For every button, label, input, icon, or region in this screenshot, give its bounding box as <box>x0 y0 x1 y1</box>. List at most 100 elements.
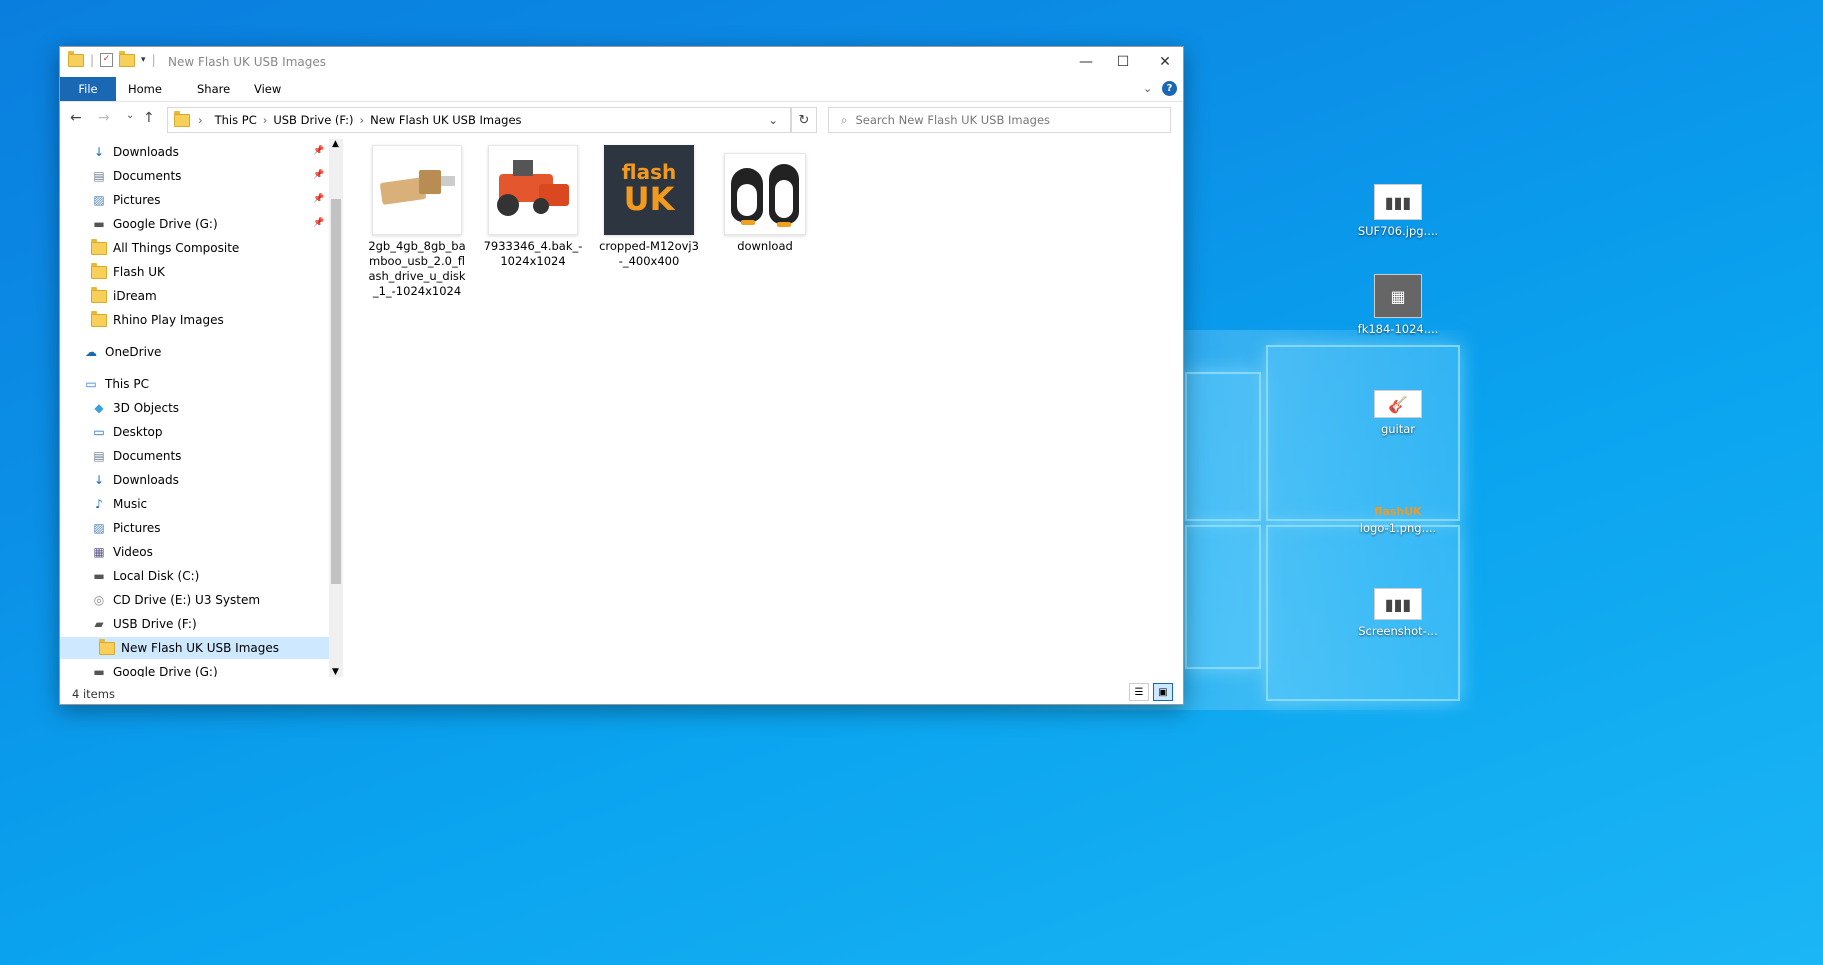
nav-item-label: All Things Composite <box>113 241 240 255</box>
file-name: cropped-M12ovj3-_400x400 <box>599 239 699 268</box>
close-button[interactable]: ✕ <box>1142 47 1188 77</box>
desktop-icon-label: Screenshot-... <box>1358 624 1438 638</box>
nav-item[interactable]: ♪ Music <box>91 493 147 515</box>
quick-access-toolbar: | ✓ ▾ | <box>68 50 156 67</box>
pin-icon[interactable]: 📌 <box>313 194 324 204</box>
file-list[interactable]: 2gb_4gb_8gb_bamboo_usb_2.0_flash_drive_u… <box>348 139 1183 677</box>
file-item[interactable]: 7933346_4.bak_-1024x1024 <box>483 145 583 269</box>
scrollbar-thumb[interactable] <box>331 199 341 584</box>
desktop-icon-guitar[interactable]: 🎸 guitar <box>1353 390 1443 436</box>
nav-item[interactable]: ↓ Downloads <box>91 469 179 491</box>
search-icon: ⌕ <box>841 112 848 127</box>
desktop-icon-label: SUF706.jpg.... <box>1357 224 1439 238</box>
new-folder-icon[interactable] <box>119 50 136 67</box>
recent-locations-button[interactable]: ⌄ <box>126 110 134 121</box>
nav-item[interactable]: ↓ Downloads <box>91 141 179 163</box>
scroll-down-icon[interactable]: ▼ <box>332 667 339 677</box>
large-icons-view-button[interactable]: ▣ <box>1153 683 1173 701</box>
customize-toolbar-icon[interactable]: ▾ <box>141 55 146 65</box>
nav-item[interactable]: ▨ Pictures <box>91 189 160 211</box>
nav-item[interactable]: ▨ Pictures <box>91 517 161 539</box>
pin-icon[interactable]: 📌 <box>313 170 324 180</box>
nav-item-label: Videos <box>113 545 153 559</box>
pin-icon[interactable]: 📌 <box>313 218 324 228</box>
file-explorer-window[interactable]: | ✓ ▾ | New Flash UK USB Images — ☐ ✕ Fi… <box>59 46 1184 705</box>
pc-icon: ▭ <box>85 377 97 391</box>
breadcrumb-separator: › <box>262 113 268 127</box>
expand-ribbon-icon[interactable]: ⌄ <box>1143 82 1152 95</box>
nav-item[interactable]: ▬ Local Disk (C:) <box>91 565 199 587</box>
refresh-button[interactable]: ↻ <box>791 107 817 133</box>
flash-uk-logo: flashUK <box>1374 505 1422 518</box>
breadcrumb-separator: › <box>198 113 203 127</box>
nav-item-label: CD Drive (E:) U3 System <box>113 593 261 607</box>
maximize-button[interactable]: ☐ <box>1100 47 1146 77</box>
nav-item-label: Downloads <box>113 145 179 159</box>
forward-button[interactable]: → <box>98 110 110 126</box>
file-name: 2gb_4gb_8gb_bamboo_usb_2.0_flash_drive_u… <box>368 239 466 298</box>
folder-icon <box>68 50 84 67</box>
address-dropdown-icon[interactable]: ⌄ <box>768 113 778 127</box>
scroll-up-icon[interactable]: ▲ <box>332 139 339 149</box>
nav-item[interactable]: ▬ Google Drive (G:) <box>91 213 217 235</box>
desktop-icon-screenshot[interactable]: ▮▮▮ Screenshot-... <box>1353 588 1443 638</box>
nav-item-label: Music <box>113 497 148 511</box>
search-box[interactable]: ⌕ Search New Flash UK USB Images <box>828 107 1171 133</box>
nav-item-label: This PC <box>105 377 149 391</box>
properties-icon[interactable]: ✓ <box>100 53 114 67</box>
nav-item[interactable]: ☁ OneDrive <box>83 341 161 363</box>
nav-item-label: New Flash UK USB Images <box>121 641 279 655</box>
penguin-usb-thumbnail <box>724 153 806 235</box>
nav-item[interactable]: All Things Composite <box>91 237 239 259</box>
file-name: download <box>737 239 793 253</box>
nav-scrollbar[interactable]: ▲ ▼ <box>329 139 343 677</box>
address-bar[interactable]: › This PC › USB Drive (F:) › New Flash U… <box>167 107 791 133</box>
nav-item-label: Pictures <box>113 521 161 535</box>
nav-item-label: Documents <box>113 169 182 183</box>
desktop-icon: ▭ <box>93 425 105 439</box>
nav-item[interactable]: ▤ Documents <box>91 165 181 187</box>
tab-view[interactable]: View <box>244 77 291 101</box>
breadcrumb-this-pc[interactable]: This PC <box>215 113 257 127</box>
desktop-icon-logo[interactable]: flashUK logo-1.png.... <box>1353 505 1443 535</box>
document-icon: ▤ <box>93 449 105 463</box>
nav-item[interactable]: ◆ 3D Objects <box>91 397 179 419</box>
nav-item[interactable]: Flash UK <box>91 261 165 283</box>
nav-item[interactable]: ▰ USB Drive (F:) <box>91 613 196 635</box>
nav-item[interactable]: ▬ Google Drive (G:) <box>91 661 217 677</box>
navigation-pane[interactable]: ↓ Downloads 📌 ▤ Documents 📌 ▨ Pictures 📌 ▬ Google … <box>60 139 330 677</box>
nav-item-label: Downloads <box>113 473 179 487</box>
nav-item[interactable]: ◎ CD Drive (E:) U3 System <box>91 589 260 611</box>
pin-icon[interactable]: 📌 <box>313 146 324 156</box>
details-view-button[interactable]: ☰ <box>1129 683 1149 701</box>
nav-item[interactable]: ▭ This PC <box>83 373 149 395</box>
view-toggle: ☰ ▣ <box>1129 683 1173 701</box>
nav-item[interactable]: ▭ Desktop <box>91 421 162 443</box>
file-item[interactable]: flash UK cropped-M12ovj3-_400x400 <box>599 145 699 269</box>
tab-home[interactable]: Home <box>118 77 172 101</box>
tab-share[interactable]: Share <box>187 77 240 101</box>
tab-file[interactable]: File <box>60 77 116 101</box>
breadcrumb-current-folder[interactable]: New Flash UK USB Images <box>370 113 521 127</box>
window-title: New Flash UK USB Images <box>168 55 326 69</box>
nav-item[interactable]: ▤ Documents <box>91 445 181 467</box>
up-button[interactable]: ↑ <box>143 110 155 126</box>
file-item[interactable]: 2gb_4gb_8gb_bamboo_usb_2.0_flash_drive_u… <box>367 145 467 299</box>
nav-item[interactable]: New Flash UK USB Images <box>60 637 330 659</box>
drive-icon: ▬ <box>93 665 105 677</box>
file-item[interactable]: download <box>715 145 815 254</box>
desktop-icon-suf706[interactable]: ▮▮▮ SUF706.jpg.... <box>1353 184 1443 238</box>
help-icon[interactable]: ? <box>1162 81 1177 96</box>
back-button[interactable]: ← <box>70 110 82 126</box>
pictures-icon: ▨ <box>93 521 105 535</box>
download-icon: ↓ <box>93 145 105 159</box>
breadcrumb-usb-drive[interactable]: USB Drive (F:) <box>273 113 353 127</box>
nav-item-label: OneDrive <box>105 345 162 359</box>
nav-item[interactable]: ▦ Videos <box>91 541 153 563</box>
desktop-icon-fk184[interactable]: ▦ fk184-1024.... <box>1353 274 1443 336</box>
bamboo-usb-thumbnail <box>372 145 462 235</box>
nav-item[interactable]: iDream <box>91 285 157 307</box>
image-file-icon: ▮▮▮ <box>1374 184 1422 220</box>
nav-item[interactable]: Rhino Play Images <box>91 309 224 331</box>
title-bar[interactable]: | ✓ ▾ | New Flash UK USB Images — ☐ ✕ <box>60 47 1183 77</box>
